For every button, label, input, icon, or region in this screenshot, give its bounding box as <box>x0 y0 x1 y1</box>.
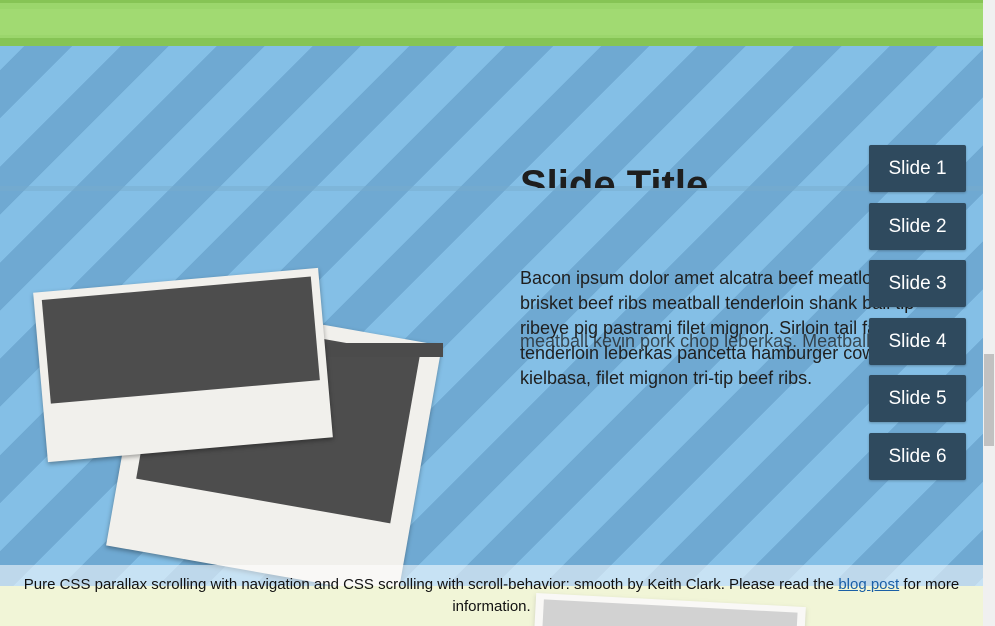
caption-text: Pure CSS parallax scrolling with navigat… <box>23 576 835 593</box>
nav-slide-5-button[interactable]: Slide 5 <box>869 375 966 422</box>
slide-navigation: Slide 1 Slide 2 Slide 3 Slide 4 Slide 5 … <box>869 145 966 490</box>
caption-text-after: for more <box>903 576 960 593</box>
slide-title: Slide Title <box>520 163 709 188</box>
nav-slide-4-button[interactable]: Slide 4 <box>869 317 966 365</box>
caption-line-1: Pure CSS parallax scrolling with navigat… <box>0 574 983 596</box>
nav-slide-6-button[interactable]: Slide 6 <box>869 432 966 480</box>
polaroid-photo-front <box>33 267 333 463</box>
blog-post-link[interactable]: blog post <box>838 576 899 593</box>
caption-line-2: information. <box>452 598 531 615</box>
grass-bar-highlight <box>0 9 983 35</box>
nav-slide-2-button[interactable]: Slide 2 <box>869 202 966 250</box>
photo-image <box>41 276 320 404</box>
grass-bar <box>0 0 983 46</box>
slide-body-text: Bacon ipsum dolor amet alcatra beef meat… <box>520 268 921 388</box>
vertical-scrollbar[interactable] <box>983 0 995 626</box>
scrollbar-thumb[interactable] <box>984 354 994 446</box>
nav-slide-1-button[interactable]: Slide 1 <box>869 145 966 192</box>
info-caption: Pure CSS parallax scrolling with navigat… <box>0 565 983 626</box>
nav-slide-3-button[interactable]: Slide 3 <box>869 260 966 307</box>
parallax-viewport: Slide Title Bacon ipsum dolor amet alcat… <box>0 0 983 626</box>
